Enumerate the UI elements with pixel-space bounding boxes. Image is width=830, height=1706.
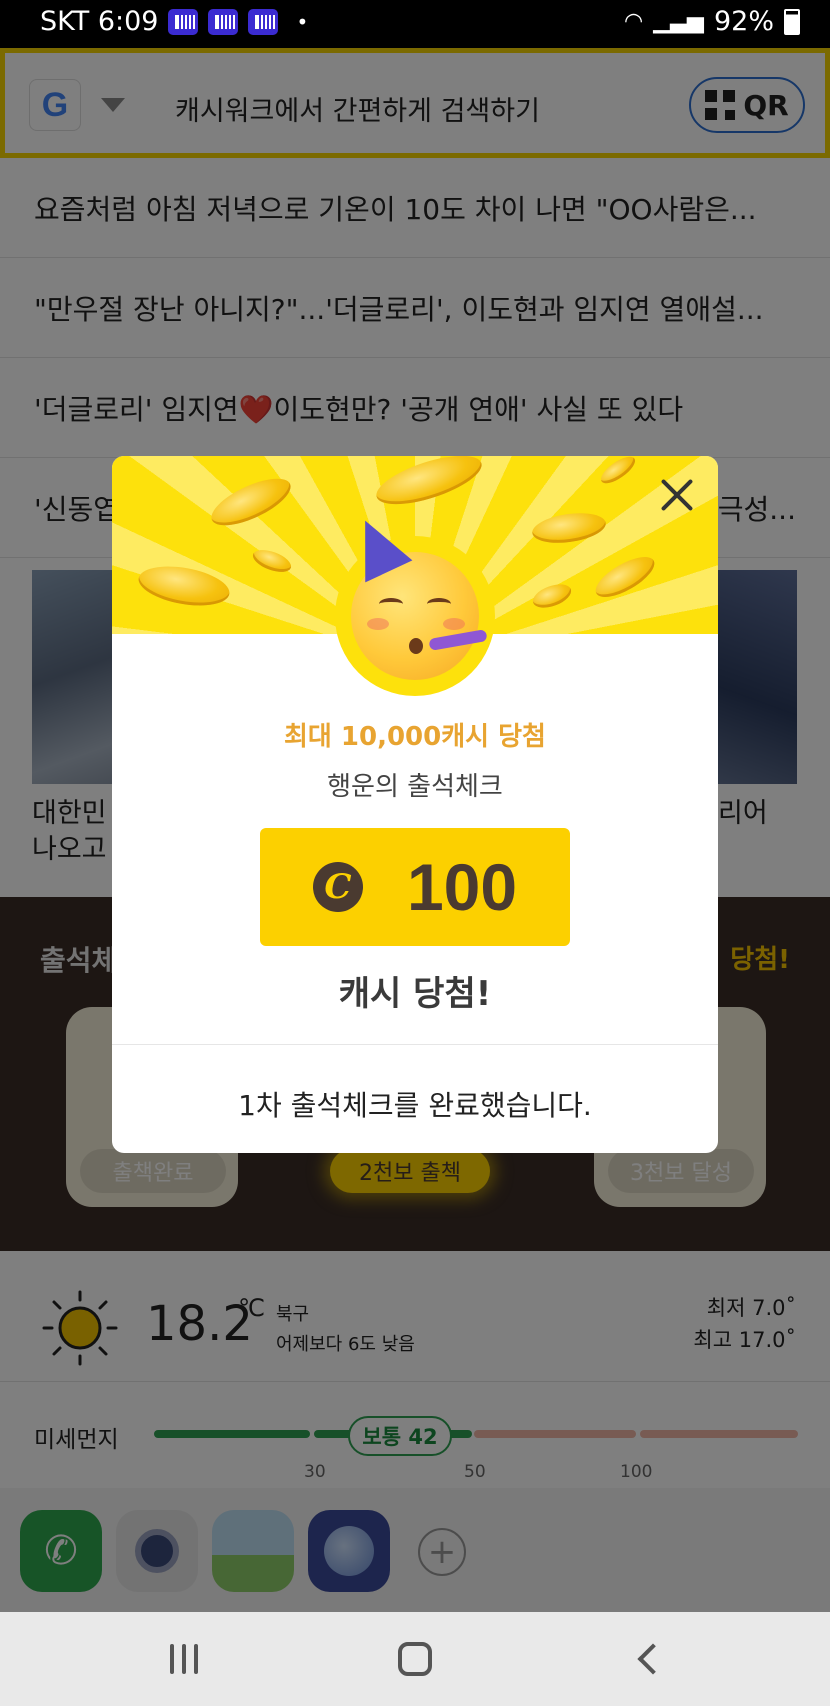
barcode-icon [248, 8, 279, 35]
status-right: ◠ ▁▃▅ 92% [624, 6, 800, 37]
completion-message: 1차 출석체크를 완료했습니다. [238, 1089, 592, 1122]
home-icon[interactable] [392, 1632, 438, 1686]
carrier-time: SKT 6:09 [40, 6, 159, 37]
party-emoji-icon [335, 509, 495, 696]
barcode-icon [208, 8, 239, 35]
recent-apps-icon[interactable] [160, 1632, 208, 1686]
attendance-reward-modal: 최대 10,000캐시 당첨 행운의 출석체크 C 100 캐시 당첨! 1차 … [112, 456, 718, 1153]
signal-icon: ▁▃▅ [653, 9, 704, 34]
wifi-icon: ◠ [624, 9, 644, 34]
more-notifications-icon: • [296, 9, 309, 34]
win-text: 캐시 당첨! [338, 974, 492, 1014]
barcode-icon [168, 8, 199, 35]
reward-amount: 100 [406, 850, 518, 924]
cash-coin-icon: C [312, 862, 363, 912]
battery-percent: 92% [713, 6, 774, 37]
status-left: SKT 6:09 • [40, 6, 308, 37]
party-face-icon [341, 509, 488, 680]
status-bar: SKT 6:09 • ◠ ▁▃▅ 92% [0, 0, 830, 48]
modal-title: 행운의 출석체크 [327, 772, 503, 802]
battery-icon [784, 8, 800, 35]
reward-box: C 100 [260, 828, 570, 946]
close-button[interactable] [656, 474, 698, 516]
navigation-bar [0, 1612, 830, 1706]
back-icon[interactable] [626, 1632, 672, 1686]
modal-subtitle: 최대 10,000캐시 당첨 [284, 722, 546, 752]
party-horn-icon [428, 629, 488, 651]
modal-divider [112, 1044, 718, 1045]
